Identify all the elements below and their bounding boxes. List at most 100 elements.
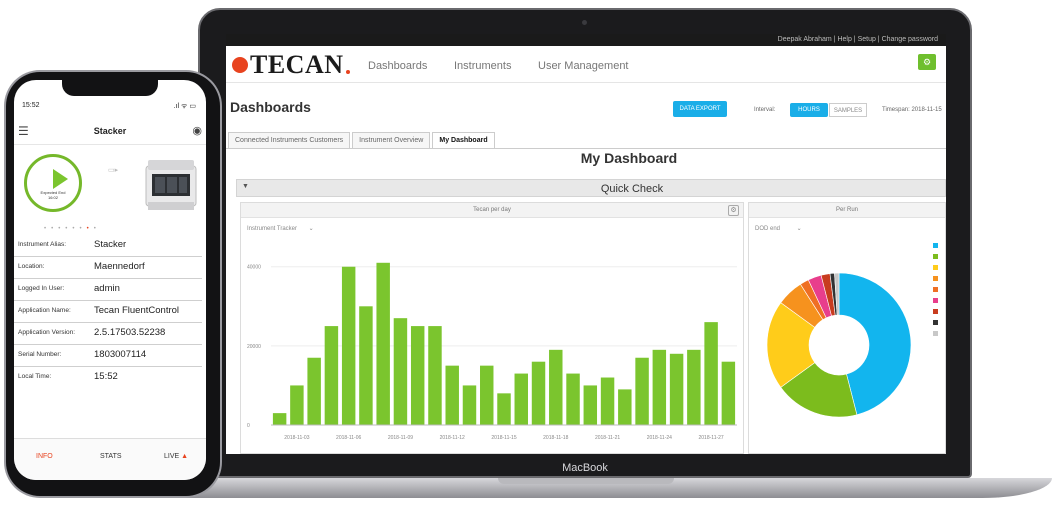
phone-title: Stacker: [93, 126, 127, 136]
bar: [272, 413, 287, 425]
bar: [341, 266, 356, 425]
settings-button[interactable]: ⚙: [918, 54, 936, 70]
instrument-image: [145, 160, 197, 210]
tab-live[interactable]: LIVE ▲: [164, 453, 188, 460]
row-value: 1803007114: [94, 349, 147, 360]
bar: [721, 361, 736, 425]
quick-check-title: Quick Check: [600, 183, 664, 195]
top-links[interactable]: Deepak Abraham | Help | Setup | Change p…: [226, 34, 946, 46]
page-title: Dashboards: [230, 99, 311, 115]
bar: [376, 262, 390, 425]
row-value: Maennedorf: [94, 261, 145, 272]
samples-toggle[interactable]: SAMPLES: [829, 103, 867, 117]
laptop-camera: [582, 20, 587, 25]
laptop-base-notch: [498, 478, 674, 484]
row-key: Application Version:: [18, 329, 76, 336]
bar: [445, 365, 459, 425]
legend-swatch: [933, 309, 938, 314]
tab-live-label: LIVE: [164, 453, 180, 460]
bar: [410, 326, 425, 425]
row-value: 2.5.17503.52238: [94, 327, 166, 338]
legend-swatch: [933, 243, 938, 248]
gear-icon[interactable]: ⚙: [728, 205, 739, 216]
hours-toggle[interactable]: HOURS: [790, 103, 828, 117]
x-tick-label: 2018-11-18: [543, 435, 568, 441]
play-button[interactable]: Expected End 16:02: [24, 154, 82, 212]
app-bar: TECAN Dashboards Instruments User Manage…: [226, 46, 946, 83]
macbook-label: MacBook: [562, 462, 608, 474]
bar: [428, 326, 442, 425]
bar: [531, 361, 546, 425]
bar: [480, 365, 494, 425]
x-tick-label: 2018-11-03: [284, 435, 309, 441]
bar: [290, 385, 304, 425]
x-tick-label: 2018-11-06: [336, 435, 361, 441]
row-key: Serial Number:: [18, 351, 62, 358]
legend-swatch: [933, 331, 938, 336]
nav-instruments[interactable]: Instruments: [454, 60, 511, 72]
data-export-button[interactable]: DATA EXPORT: [673, 101, 727, 117]
x-tick-label: 2018-11-15: [491, 435, 516, 441]
page-indicator: ••••••••: [44, 226, 101, 232]
pie-chart-title: Per Run: [835, 207, 858, 213]
play-icon: [53, 169, 68, 189]
bar: [618, 389, 632, 425]
info-row: Location: Maennedorf: [14, 256, 202, 279]
x-tick-label: 2018-11-12: [440, 435, 465, 441]
warning-icon: ▲: [181, 453, 189, 460]
row-value: 15:52: [94, 371, 118, 382]
laptop-screen: Deepak Abraham | Help | Setup | Change p…: [226, 34, 946, 454]
tab-instrument-overview[interactable]: Instrument Overview: [352, 132, 431, 149]
info-row: Instrument Alias: Stacker: [14, 234, 202, 257]
pie-chart-panel: Per Run DOD end ⌄: [748, 202, 946, 454]
bar: [324, 326, 339, 425]
pie-chart: [766, 243, 938, 418]
nav-dashboards[interactable]: Dashboards: [368, 60, 427, 72]
info-row: Application Version: 2.5.17503.52238: [14, 322, 202, 345]
tab-my-dashboard[interactable]: My Dashboard: [432, 132, 495, 149]
dashboard-title: My Dashboard: [580, 150, 678, 166]
bar: [462, 385, 477, 425]
bar: [669, 353, 684, 425]
tecan-logo[interactable]: TECAN: [232, 50, 350, 80]
interval-label: Interval:: [754, 107, 776, 113]
bar: [359, 306, 373, 425]
tab-info[interactable]: INFO: [36, 453, 53, 460]
signal-wifi-battery-icon: .ıl ᯤ ▭: [173, 103, 196, 110]
expected-end-text: Expected End 16:02: [27, 190, 79, 200]
y-tick-label: 20000: [247, 344, 261, 350]
tab-connected-instruments[interactable]: Connected Instruments Customers: [228, 132, 351, 149]
info-row: Local Time: 15:52: [14, 366, 202, 388]
legend-swatch: [933, 265, 938, 270]
bar-chart-header: Tecan per day ⚙: [241, 203, 743, 218]
y-tick-label: 0: [247, 423, 250, 429]
pie-chart-header: Per Run: [749, 203, 945, 218]
row-value: Stacker: [94, 239, 127, 250]
bar: [497, 393, 511, 425]
tab-strip: Connected Instruments Customers Instrume…: [228, 132, 497, 149]
bar-chart-title: Tecan per day: [473, 207, 511, 213]
tab-divider: [226, 148, 946, 149]
bar: [687, 349, 701, 425]
x-tick-label: 2018-11-09: [388, 435, 413, 441]
phone-divider: [14, 144, 206, 145]
phone-tab-bar: INFO STATS LIVE ▲: [14, 438, 206, 480]
legend-swatch: [933, 254, 938, 259]
bar: [549, 349, 563, 425]
quick-check-header[interactable]: ▼ Quick Check: [236, 179, 946, 197]
bar-chart-panel: Tecan per day ⚙ Instrument Tracker ⌄ 400…: [240, 202, 744, 454]
row-key: Application Name:: [18, 307, 71, 314]
timespan-label: Timespan: 2018-11-15: [882, 107, 942, 113]
tab-stats[interactable]: STATS: [100, 453, 122, 460]
row-value: admin: [94, 283, 120, 294]
legend-swatch: [933, 298, 938, 303]
legend-swatch: [933, 320, 938, 325]
bar: [704, 322, 718, 425]
logo-text: TECAN: [250, 50, 344, 79]
nav-user-management[interactable]: User Management: [538, 60, 629, 72]
phone-notch: [62, 80, 158, 96]
eye-icon[interactable]: ◉: [192, 124, 202, 137]
bar: [583, 385, 598, 425]
bar: [600, 377, 615, 425]
expected-end-time: 16:02: [47, 195, 58, 200]
